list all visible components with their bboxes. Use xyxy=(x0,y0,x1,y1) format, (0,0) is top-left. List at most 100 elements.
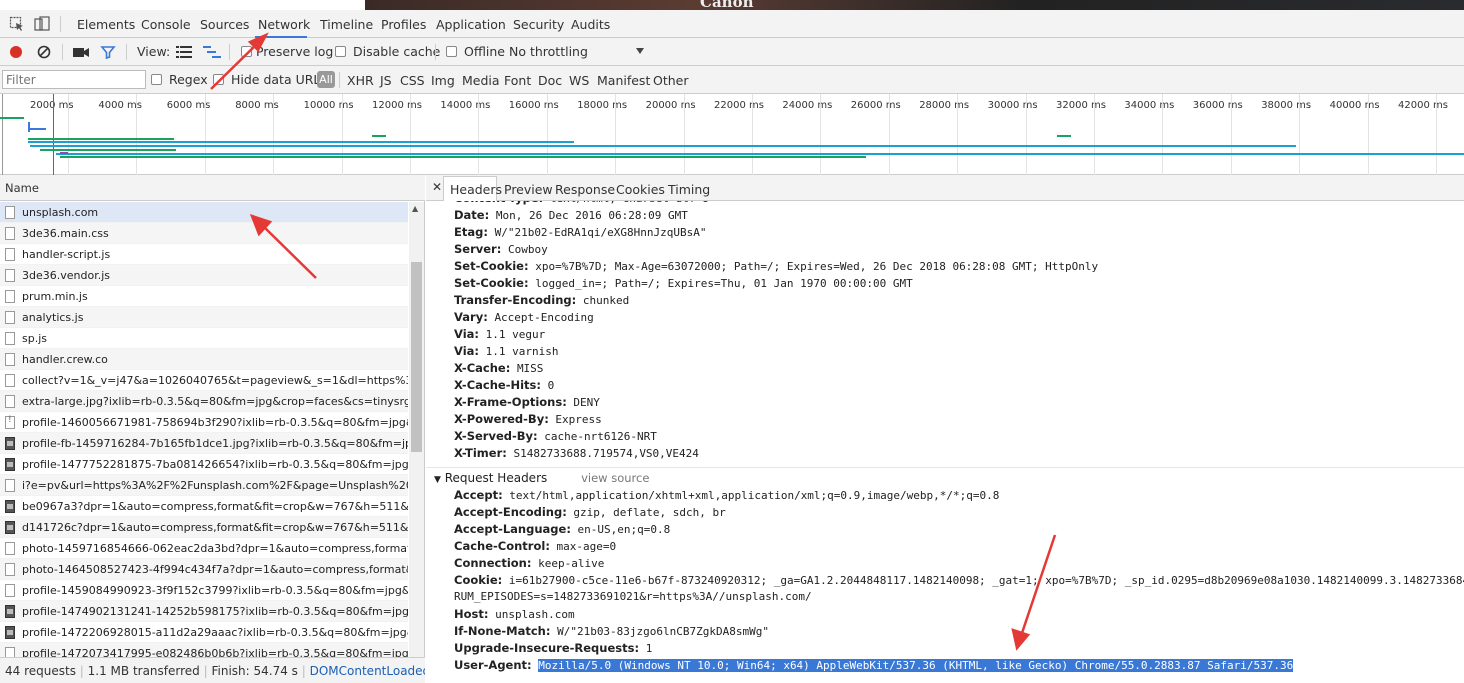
header-value[interactable]: i=61b27900-c5ce-11e6-b67f-873240920312; … xyxy=(509,574,1464,587)
hide-data-urls-option[interactable]: Hide data URLs xyxy=(213,72,327,87)
regex-option[interactable]: Regex xyxy=(151,72,208,87)
type-filter-doc[interactable]: Doc xyxy=(538,73,562,88)
type-filter-xhr[interactable]: XHR xyxy=(347,73,374,88)
header-value[interactable]: keep-alive xyxy=(538,557,604,570)
detail-tab-preview[interactable]: Preview xyxy=(504,182,553,197)
type-filter-other[interactable]: Other xyxy=(653,73,689,88)
request-row[interactable]: d141726c?dpr=1&auto=compress,format&fit=… xyxy=(0,517,408,538)
device-toolbar-icon[interactable] xyxy=(34,16,50,32)
header-value[interactable]: Mon, 26 Dec 2016 06:28:09 GMT xyxy=(496,209,688,222)
request-list-scrollbar[interactable]: ▲ ▼ xyxy=(409,202,424,672)
scrollbar-thumb[interactable] xyxy=(411,262,422,452)
filter-icon[interactable] xyxy=(100,44,116,60)
disable-cache-option[interactable]: Disable cache xyxy=(335,44,440,59)
type-filter-ws[interactable]: WS xyxy=(569,73,589,88)
tab-profiles[interactable]: Profiles xyxy=(381,17,426,32)
large-rows-icon[interactable] xyxy=(176,45,192,59)
header-value[interactable]: S1482733688.719574,VS0,VE424 xyxy=(513,447,698,460)
request-headers-section[interactable]: ▼ Request Headers view source xyxy=(434,471,649,485)
type-filter-font[interactable]: Font xyxy=(504,73,531,88)
selected-header-value[interactable]: Mozilla/5.0 (Windows NT 10.0; Win64; x64… xyxy=(538,659,1294,672)
expand-triangle-icon[interactable]: ▼ xyxy=(434,475,441,485)
header-value[interactable]: max-age=0 xyxy=(557,540,617,553)
chevron-down-icon[interactable] xyxy=(635,47,645,55)
close-icon[interactable]: ✕ xyxy=(432,180,442,194)
header-value[interactable]: Express xyxy=(555,413,601,426)
type-filter-manifest[interactable]: Manifest xyxy=(597,73,650,88)
header-value[interactable]: text/html; charset=utf-8 xyxy=(550,201,709,205)
detail-tab-response[interactable]: Response xyxy=(555,182,615,197)
preserve-log-option[interactable]: Preserve log xyxy=(241,44,333,59)
header-value[interactable]: MISS xyxy=(517,362,544,375)
inspect-element-icon[interactable] xyxy=(9,16,25,32)
header-value[interactable]: gzip, deflate, sdch, br xyxy=(573,506,725,519)
type-filter-js[interactable]: JS xyxy=(380,73,392,88)
request-row[interactable]: 3de36.main.css xyxy=(0,223,408,244)
request-row[interactable]: photo-1459716854666-062eac2da3bd?dpr=1&a… xyxy=(0,538,408,559)
detail-tab-cookies[interactable]: Cookies xyxy=(616,182,665,197)
request-row[interactable]: 3de36.vendor.js xyxy=(0,265,408,286)
tab-audits[interactable]: Audits xyxy=(571,17,610,32)
capture-screenshots-icon[interactable] xyxy=(72,44,90,60)
header-value[interactable]: 1 xyxy=(646,642,653,655)
tab-timeline[interactable]: Timeline xyxy=(320,17,373,32)
request-row[interactable]: unsplash.com xyxy=(0,202,408,223)
type-filter-media[interactable]: Media xyxy=(462,73,500,88)
offline-option[interactable]: Offline xyxy=(446,44,505,59)
request-row[interactable]: be0967a3?dpr=1&auto=compress,format&fit=… xyxy=(0,496,408,517)
request-row[interactable]: analytics.js xyxy=(0,307,408,328)
filter-input[interactable] xyxy=(2,70,146,89)
header-value[interactable]: xpo=%7B%7D; Max-Age=63072000; Path=/; Ex… xyxy=(535,260,1098,273)
request-row[interactable]: profile-1459084990923-3f9f152c3799?ixlib… xyxy=(0,580,408,601)
request-row[interactable]: photo-1464508527423-4f994c434f7a?dpr=1&a… xyxy=(0,559,408,580)
header-value[interactable]: text/html,application/xhtml+xml,applicat… xyxy=(509,489,999,502)
header-value[interactable]: Accept-Encoding xyxy=(494,311,593,324)
regex-checkbox[interactable] xyxy=(151,74,162,85)
preserve-log-checkbox[interactable] xyxy=(241,46,252,57)
timeline-overview[interactable]: 2000 ms 4000 ms 6000 ms 8000 ms 10000 ms 1200… xyxy=(0,94,1464,175)
tab-application[interactable]: Application xyxy=(436,17,506,32)
request-row[interactable]: i?e=pv&url=https%3A%2F%2Funsplash.com%2F… xyxy=(0,475,408,496)
tab-elements[interactable]: Elements xyxy=(77,17,135,32)
type-filter-img[interactable]: Img xyxy=(431,73,455,88)
header-value[interactable]: en-US,en;q=0.8 xyxy=(578,523,671,536)
clear-icon[interactable] xyxy=(36,44,52,60)
header-value[interactable]: RUM_EPISODES=s=1482733691021&r=https%3A/… xyxy=(454,590,812,603)
name-column-header[interactable]: Name xyxy=(0,175,425,201)
detail-tab-headers[interactable]: Headers xyxy=(450,182,502,197)
type-filter-all[interactable]: All xyxy=(317,71,335,88)
request-row[interactable]: prum.min.js xyxy=(0,286,408,307)
header-value[interactable]: Cowboy xyxy=(508,243,548,256)
request-row[interactable]: handler.crew.co xyxy=(0,349,408,370)
scroll-up-icon[interactable]: ▲ xyxy=(412,204,418,213)
disable-cache-checkbox[interactable] xyxy=(335,46,346,57)
header-value[interactable]: W/"21b03-83jzgo6lnCB7ZgkDA8smWg" xyxy=(557,625,769,638)
tab-security[interactable]: Security xyxy=(513,17,564,32)
request-row[interactable]: profile-1474902131241-14252b598175?ixlib… xyxy=(0,601,408,622)
record-icon[interactable] xyxy=(8,44,24,60)
request-row[interactable]: profile-1460056671981-758694b3f290?ixlib… xyxy=(0,412,408,433)
request-row[interactable]: extra-large.jpg?ixlib=rb-0.3.5&q=80&fm=j… xyxy=(0,391,408,412)
request-row[interactable]: sp.js xyxy=(0,328,408,349)
tab-network[interactable]: Network xyxy=(258,17,310,32)
request-row[interactable]: handler-script.js xyxy=(0,244,408,265)
header-value[interactable]: chunked xyxy=(583,294,629,307)
request-row[interactable]: profile-fb-1459716284-7b165fb1dce1.jpg?i… xyxy=(0,433,408,454)
hide-data-urls-checkbox[interactable] xyxy=(213,74,224,85)
header-value[interactable]: W/"21b02-EdRA1qi/eXG8HnnJzqUBsA" xyxy=(495,226,707,239)
request-row[interactable]: profile-1477752281875-7ba081426654?ixlib… xyxy=(0,454,408,475)
tab-sources[interactable]: Sources xyxy=(200,17,249,32)
overview-waterfall-icon[interactable] xyxy=(203,45,221,59)
type-filter-css[interactable]: CSS xyxy=(400,73,425,88)
header-value[interactable]: cache-nrt6126-NRT xyxy=(544,430,657,443)
tab-console[interactable]: Console xyxy=(141,17,191,32)
header-value[interactable]: 1.1 varnish xyxy=(486,345,559,358)
header-value[interactable]: DENY xyxy=(573,396,600,409)
header-value[interactable]: 0 xyxy=(548,379,555,392)
header-value[interactable]: logged_in=; Path=/; Expires=Thu, 01 Jan … xyxy=(535,277,913,290)
view-source-link[interactable]: view source xyxy=(581,471,649,485)
throttling-select[interactable]: No throttling xyxy=(509,44,588,59)
header-value[interactable]: 1.1 vegur xyxy=(486,328,546,341)
offline-checkbox[interactable] xyxy=(446,46,457,57)
overview-left-handle[interactable] xyxy=(2,94,3,175)
